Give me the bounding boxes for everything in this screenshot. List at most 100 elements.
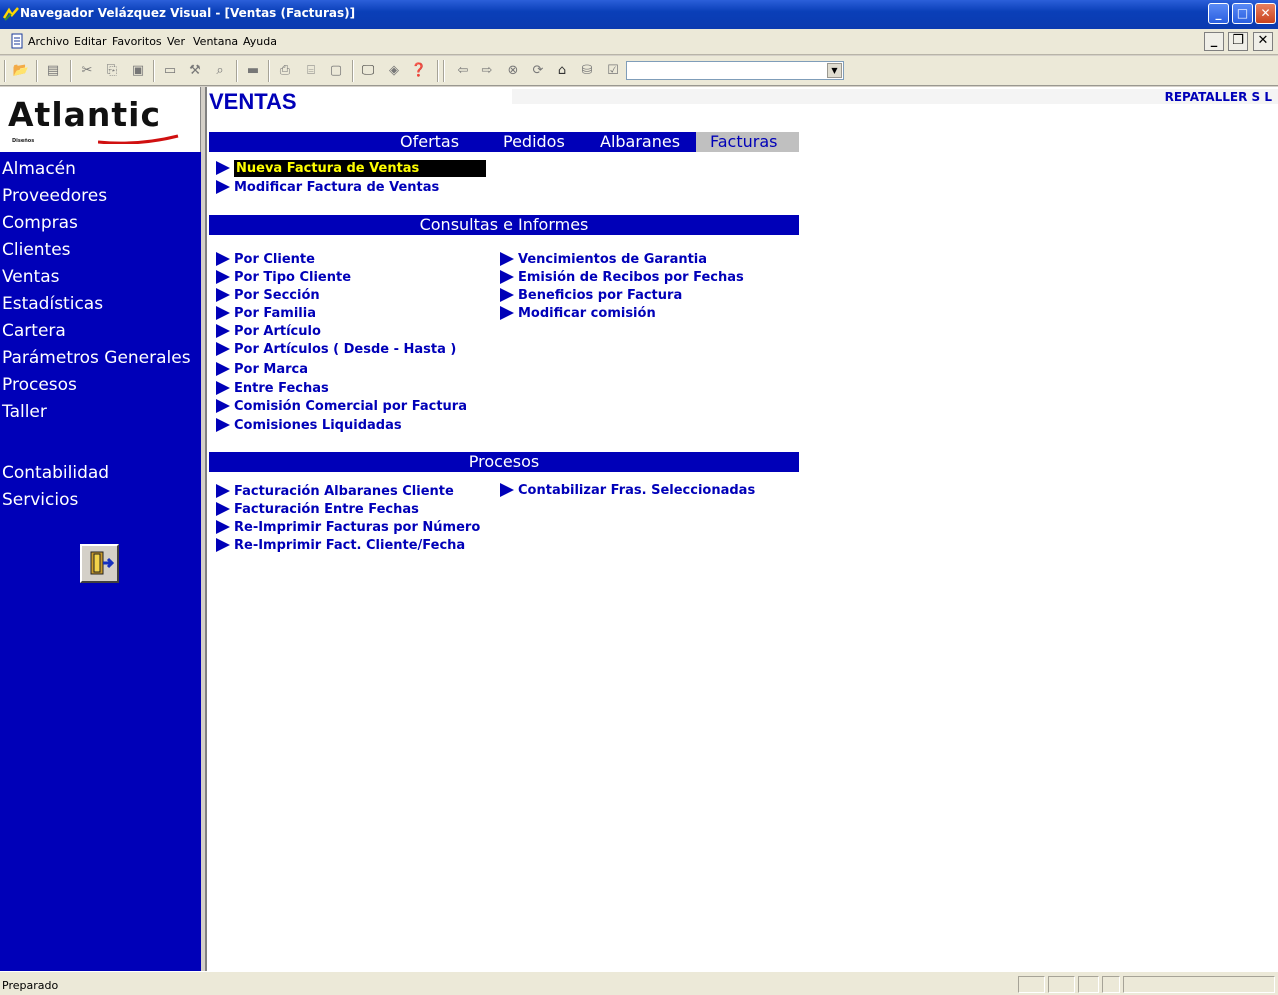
arrow-right-icon [216, 418, 230, 432]
arrow-right-icon [216, 399, 230, 413]
menu-ayuda[interactable]: Ayuda [243, 35, 277, 48]
copy-icon[interactable]: ⎘ [103, 62, 121, 80]
sidebar-item-procesos[interactable]: Procesos [2, 375, 77, 395]
arrow-right-icon [216, 362, 230, 376]
status-pane [1102, 976, 1120, 993]
stop-icon[interactable]: ⊗ [504, 62, 522, 80]
tab-facturas[interactable]: Facturas [696, 132, 799, 152]
menu-ver[interactable]: Ver [167, 35, 185, 48]
search-icon[interactable]: ⌕ [211, 62, 229, 80]
toolbar-separator [236, 60, 238, 82]
eraser-icon[interactable]: ◈ [385, 62, 403, 80]
toolbar-separator [443, 60, 445, 82]
status-pane [1048, 976, 1075, 993]
header-strip [512, 89, 1278, 104]
arrow-right-icon [500, 288, 514, 302]
arrow-right-icon [216, 324, 230, 338]
scanner-icon[interactable]: ▬ [244, 62, 262, 80]
status-bar: Preparado [0, 971, 1278, 995]
arrow-right-icon [216, 180, 230, 194]
arrow-right-icon [500, 483, 514, 497]
toolbar-separator [153, 60, 155, 82]
sidebar-item-clientes[interactable]: Clientes [2, 240, 71, 260]
sidebar-item-servicios[interactable]: Servicios [2, 490, 78, 510]
tab-bar: Ofertas Pedidos Albaranes Facturas [209, 132, 799, 152]
logo-subtext: Diseños [12, 138, 35, 144]
toolbar-separator [268, 60, 270, 82]
title-bar: Navegador Velázquez Visual - [Ventas (Fa… [0, 0, 1278, 29]
document-icon[interactable] [11, 33, 25, 49]
status-pane [1123, 976, 1275, 993]
open-folder-icon[interactable]: 📂 [12, 62, 30, 80]
menu-archivo[interactable]: Archivo [28, 35, 69, 48]
print-preview-icon[interactable]: ⌸ [302, 62, 320, 80]
sidebar-item-taller[interactable]: Taller [2, 402, 47, 422]
toolbar-separator [4, 60, 6, 82]
back-arrow-icon[interactable]: ⇦ [454, 62, 472, 80]
exit-door-icon [90, 551, 115, 575]
sidebar-item-estadisticas[interactable]: Estadísticas [2, 294, 103, 314]
sidebar-item-contabilidad[interactable]: Contabilidad [2, 463, 109, 483]
arrow-right-icon [216, 161, 230, 175]
tab-pedidos[interactable]: Pedidos [503, 132, 565, 152]
mdi-minimize-button[interactable]: _ [1204, 32, 1224, 51]
sidebar-item-proveedores[interactable]: Proveedores [2, 186, 107, 206]
arrow-right-icon [216, 252, 230, 266]
toolbar-separator [70, 60, 72, 82]
exit-button[interactable] [80, 544, 119, 583]
edit-icon[interactable]: ▤ [44, 62, 62, 80]
tab-albaranes[interactable]: Albaranes [600, 132, 680, 152]
cut-icon[interactable]: ✂ [78, 62, 96, 80]
mdi-restore-button[interactable]: ❐ [1228, 32, 1248, 51]
sidebar-item-ventas[interactable]: Ventas [2, 267, 59, 287]
arrow-right-icon [216, 502, 230, 516]
arrow-right-icon [500, 252, 514, 266]
tools-icon[interactable]: ⚒ [186, 62, 204, 80]
help-icon[interactable]: ❓ [410, 62, 428, 80]
arrow-right-icon [216, 381, 230, 395]
page-icon[interactable]: ▢ [327, 62, 345, 80]
minimize-button[interactable]: _ [1208, 3, 1229, 24]
mdi-close-button[interactable]: ✕ [1253, 32, 1273, 51]
print-icon[interactable]: ⎙ [276, 62, 294, 80]
status-text: Preparado [2, 979, 59, 992]
menu-ventana[interactable]: Ventana [193, 35, 238, 48]
refresh-icon[interactable]: ⟳ [529, 62, 547, 80]
sidebar-item-almacen[interactable]: Almacén [2, 159, 76, 179]
application-window: Navegador Velázquez Visual - [Ventas (Fa… [0, 0, 1278, 995]
menu-favoritos[interactable]: Favoritos [112, 35, 162, 48]
sidebar-item-parametros-generales[interactable]: Parámetros Generales [2, 348, 191, 368]
logo: Atlantic Diseños [0, 87, 201, 152]
go-icon[interactable]: ☑ [604, 62, 622, 80]
monitor-icon[interactable]: 🖵 [359, 62, 377, 80]
toolbar-separator [36, 60, 38, 82]
menu-bar: Archivo Editar Favoritos Ver Ventana Ayu… [0, 29, 1278, 55]
arrow-right-icon [216, 520, 230, 534]
toolbar-separator [352, 60, 354, 82]
arrow-right-icon [216, 484, 230, 498]
arrow-right-icon [216, 342, 230, 356]
maximize-button[interactable]: □ [1232, 3, 1253, 24]
close-button[interactable]: ✕ [1255, 3, 1276, 24]
section-consultas: Consultas e Informes [209, 215, 799, 235]
sidebar-item-cartera[interactable]: Cartera [2, 321, 66, 341]
tab-ofertas[interactable]: Ofertas [400, 132, 459, 152]
logo-swoosh [98, 134, 179, 144]
address-combo[interactable]: ▼ [626, 61, 844, 80]
arrow-right-icon [216, 288, 230, 302]
favorites-icon[interactable]: ⛁ [578, 62, 596, 80]
sidebar-item-compras[interactable]: Compras [2, 213, 78, 233]
arrow-right-icon [500, 270, 514, 284]
window-icon[interactable]: ▭ [161, 62, 179, 80]
toolbar-separator [437, 60, 439, 82]
forward-arrow-icon[interactable]: ⇨ [478, 62, 496, 80]
menu-editar[interactable]: Editar [74, 35, 107, 48]
logo-text: Atlantic [8, 95, 162, 134]
chevron-down-icon[interactable]: ▼ [827, 63, 842, 78]
app-icon [3, 7, 19, 21]
status-pane [1078, 976, 1099, 993]
arrow-right-icon [216, 538, 230, 552]
home-icon[interactable]: ⌂ [553, 62, 571, 80]
status-pane [1018, 976, 1045, 993]
paste-icon[interactable]: ▣ [129, 62, 147, 80]
